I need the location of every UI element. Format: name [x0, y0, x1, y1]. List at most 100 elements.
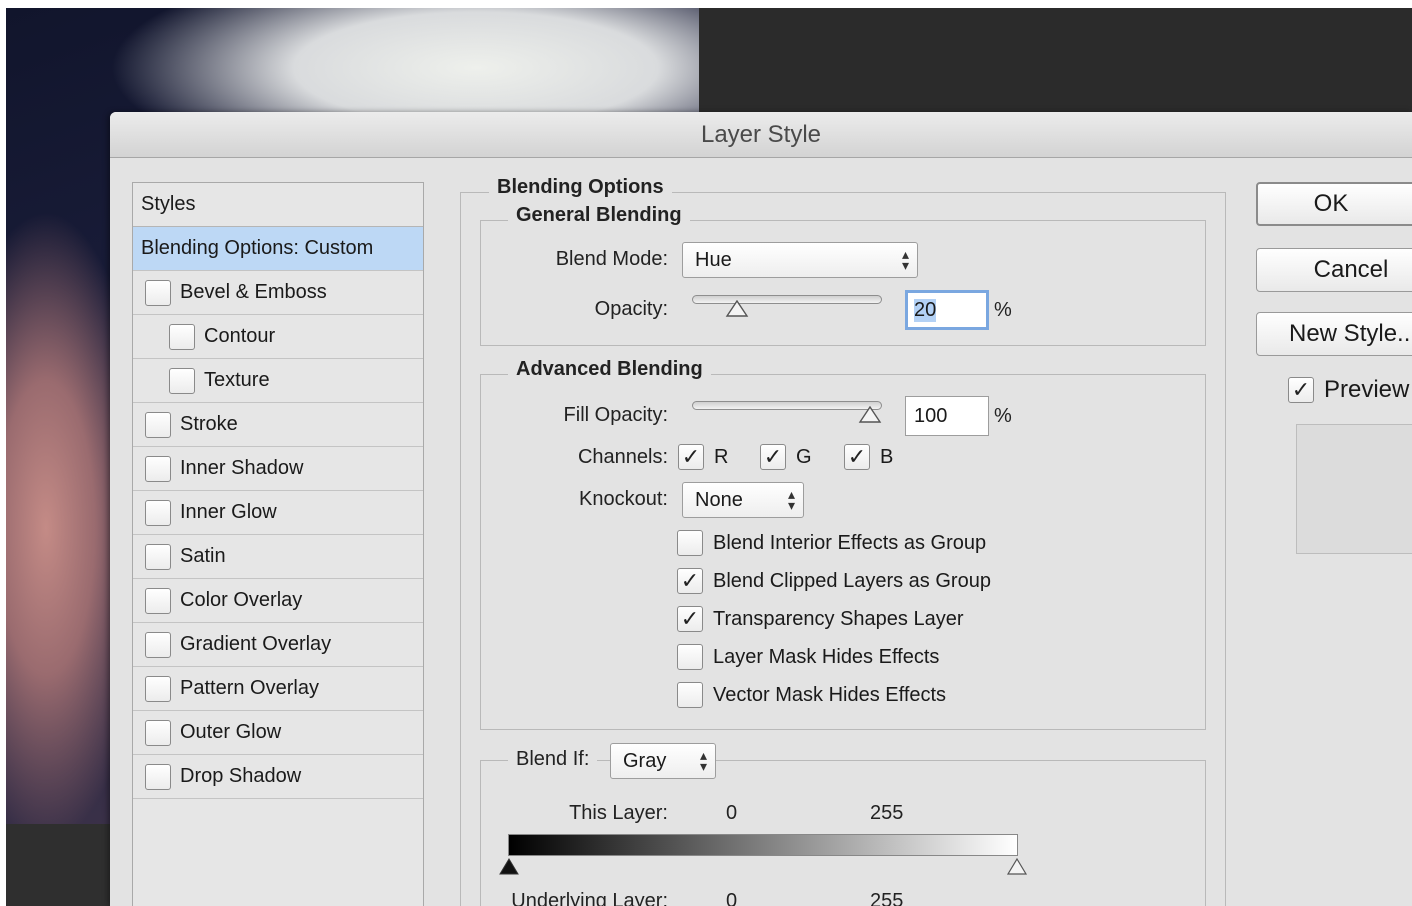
styles-item[interactable]: Bevel & Emboss	[133, 271, 423, 315]
blend-if-label: Blend If:	[508, 748, 598, 771]
styles-item-label: Satin	[180, 545, 226, 567]
blend-if-select[interactable]: Gray ▴ ▾	[610, 743, 716, 779]
general-blending-title: General Blending	[508, 204, 690, 227]
opacity-slider-track[interactable]	[692, 295, 882, 304]
advanced-option-label: Blend Clipped Layers as Group	[713, 569, 991, 592]
checkbox-box[interactable]: ✓	[844, 444, 870, 470]
opacity-label: Opacity:	[594, 298, 668, 320]
fill-opacity-value: 100	[914, 404, 948, 427]
cancel-button[interactable]: Cancel	[1256, 248, 1412, 292]
styles-item[interactable]: Inner Glow	[133, 491, 423, 535]
checkbox-box[interactable]	[145, 587, 171, 614]
blend-if-group	[480, 760, 1206, 906]
fill-opacity-percent-unit: %	[994, 405, 1012, 427]
checkbox-box[interactable]	[145, 499, 171, 526]
styles-item[interactable]: Contour	[133, 315, 423, 359]
styles-item[interactable]: Gradient Overlay	[133, 623, 423, 667]
styles-list-header[interactable]: Styles	[133, 183, 423, 227]
advanced-option-checkbox[interactable]: Vector Mask Hides Effects	[677, 682, 946, 708]
styles-header-label: Styles	[141, 193, 196, 215]
advanced-blending-title: Advanced Blending	[508, 358, 711, 381]
styles-item[interactable]: Texture	[133, 359, 423, 403]
checkbox-box[interactable]: ✓	[677, 606, 703, 632]
checkbox-box[interactable]	[145, 279, 171, 306]
checkbox-box[interactable]	[677, 530, 703, 556]
channel-r-label: R	[714, 445, 729, 468]
blend-mode-select[interactable]: Hue ▴ ▾	[682, 242, 918, 278]
advanced-option-checkbox[interactable]: ✓ Transparency Shapes Layer	[677, 606, 964, 632]
dialog-titlebar[interactable]: Layer Style	[110, 112, 1412, 158]
checkbox-box[interactable]	[145, 455, 171, 482]
channel-r-checkbox[interactable]: ✓ R	[678, 444, 728, 470]
styles-item-label: Color Overlay	[180, 589, 303, 611]
styles-item-label: Bevel & Emboss	[180, 281, 327, 303]
underlying-layer-label: Underlying Layer:	[511, 890, 668, 906]
checkbox-box[interactable]	[145, 631, 171, 658]
styles-item[interactable]: Stroke	[133, 403, 423, 447]
blend-mode-label: Blend Mode:	[555, 248, 668, 270]
ok-button[interactable]: OK	[1256, 182, 1412, 226]
this-layer-gradient	[508, 834, 1018, 856]
this-layer-black-thumb-icon[interactable]	[498, 858, 520, 876]
new-style-button[interactable]: New Style...	[1256, 312, 1412, 356]
knockout-label: Knockout:	[579, 488, 668, 510]
styles-item[interactable]: Drop Shadow	[133, 755, 423, 799]
styles-item-label: Gradient Overlay	[180, 633, 332, 655]
knockout-value: None	[695, 488, 743, 511]
new-style-button-label: New Style...	[1289, 320, 1412, 347]
styles-item[interactable]: Outer Glow	[133, 711, 423, 755]
styles-item-label: Texture	[204, 369, 270, 391]
this-layer-label: This Layer:	[569, 802, 668, 824]
this-layer-max: 255	[870, 802, 904, 824]
workspace-background-bottom	[6, 824, 116, 906]
underlying-layer-max: 255	[870, 890, 904, 906]
blend-if-value: Gray	[623, 749, 667, 772]
layer-style-dialog: Layer Style Styles Blending Options: Cus…	[110, 112, 1412, 906]
this-layer-white-thumb-icon[interactable]	[1006, 858, 1028, 876]
dialog-title: Layer Style	[700, 120, 822, 148]
slider-thumb-icon	[725, 300, 749, 317]
styles-item[interactable]: Pattern Overlay	[133, 667, 423, 711]
preview-checkbox[interactable]: ✓ Preview	[1288, 376, 1409, 404]
checkbox-box[interactable]	[145, 763, 171, 790]
fill-opacity-input[interactable]: 100	[905, 396, 989, 436]
checkbox-box[interactable]	[145, 719, 171, 746]
ok-button-label: OK	[1313, 190, 1349, 217]
fill-opacity-slider-track[interactable]	[692, 401, 882, 410]
styles-item-blending-options[interactable]: Blending Options: Custom	[133, 227, 423, 271]
checkbox-box[interactable]	[677, 644, 703, 670]
styles-item-label: Blending Options: Custom	[141, 237, 374, 259]
screen-edge-left	[0, 0, 6, 906]
checkbox-box[interactable]: ✓	[1288, 377, 1314, 403]
knockout-select[interactable]: None ▴ ▾	[682, 482, 804, 518]
checkbox-box[interactable]: ✓	[677, 568, 703, 594]
checkbox-box[interactable]	[145, 543, 171, 570]
styles-item[interactable]: Satin	[133, 535, 423, 579]
channel-b-checkbox[interactable]: ✓ B	[844, 444, 893, 470]
general-blending-group	[480, 220, 1206, 346]
checkbox-box[interactable]	[169, 323, 195, 350]
checkbox-box[interactable]	[677, 682, 703, 708]
advanced-option-label: Layer Mask Hides Effects	[713, 645, 940, 668]
checkbox-box[interactable]	[145, 675, 171, 702]
styles-item-label: Pattern Overlay	[180, 677, 319, 699]
styles-item-label: Inner Shadow	[180, 457, 304, 479]
checkbox-box[interactable]: ✓	[678, 444, 704, 470]
channel-g-checkbox[interactable]: ✓ G	[760, 444, 812, 470]
workspace-background	[699, 8, 1412, 118]
preview-label: Preview	[1324, 376, 1410, 403]
style-preview-swatch	[1296, 424, 1412, 554]
styles-item-label: Stroke	[180, 413, 238, 435]
advanced-option-checkbox[interactable]: Blend Interior Effects as Group	[677, 530, 986, 556]
channel-b-label: B	[880, 445, 894, 468]
opacity-input[interactable]: 20	[905, 290, 989, 330]
advanced-option-checkbox[interactable]: Layer Mask Hides Effects	[677, 644, 939, 670]
screen-edge-top	[0, 0, 1412, 8]
advanced-option-checkbox[interactable]: ✓ Blend Clipped Layers as Group	[677, 568, 991, 594]
styles-item[interactable]: Inner Shadow	[133, 447, 423, 491]
checkbox-box[interactable]: ✓	[760, 444, 786, 470]
styles-item[interactable]: Color Overlay	[133, 579, 423, 623]
slider-thumb-icon	[858, 406, 882, 423]
checkbox-box[interactable]	[145, 411, 171, 438]
checkbox-box[interactable]	[169, 367, 195, 394]
